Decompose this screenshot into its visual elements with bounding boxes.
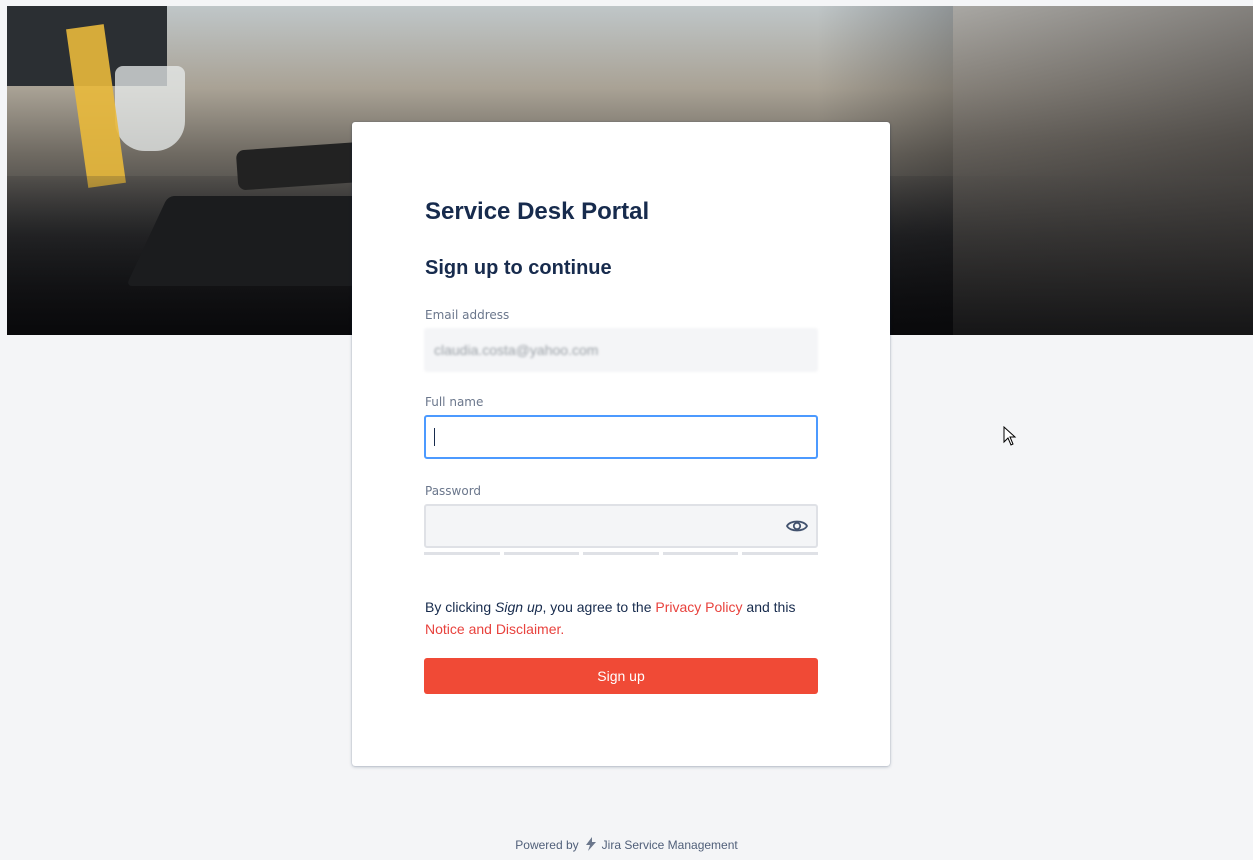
jira-service-management-link[interactable]: Jira Service Management — [602, 838, 738, 852]
footer: Powered by Jira Service Management — [0, 836, 1253, 852]
terms-prefix: By clicking — [425, 599, 496, 615]
strength-segment — [424, 552, 500, 555]
window-shape — [953, 6, 1253, 335]
sign-up-button[interactable]: Sign up — [424, 658, 818, 694]
full-name-label: Full name — [425, 395, 484, 409]
cup-shape — [115, 66, 185, 151]
text-caret — [434, 428, 435, 446]
portal-title: Service Desk Portal — [425, 198, 650, 225]
eye-icon[interactable] — [785, 516, 809, 536]
email-label: Email address — [425, 308, 510, 322]
password-label: Password — [425, 484, 482, 498]
terms-middle: , you agree to the — [542, 599, 656, 615]
password-input[interactable] — [424, 504, 818, 548]
strength-segment — [583, 552, 659, 555]
powered-by-text: Powered by — [515, 838, 579, 852]
password-strength-meter — [424, 552, 818, 555]
notice-disclaimer-link[interactable]: Notice and Disclaimer — [425, 621, 560, 637]
full-name-input[interactable] — [424, 415, 818, 459]
form-title: Sign up to continue — [425, 257, 612, 279]
terms-text: By clicking Sign up, you agree to the Pr… — [425, 596, 825, 640]
email-field: claudia.costa@yahoo.com — [424, 328, 818, 372]
privacy-policy-link[interactable]: Privacy Policy — [655, 599, 742, 615]
jira-logo-icon — [585, 837, 596, 851]
terms-emphasis: Sign up — [495, 599, 543, 615]
strength-segment — [742, 552, 818, 555]
strength-segment — [662, 552, 739, 555]
mouse-pointer-icon — [1003, 425, 1017, 451]
strength-segment — [503, 552, 580, 555]
terms-connector: and this — [742, 599, 796, 615]
terms-suffix: . — [560, 621, 565, 637]
email-value: claudia.costa@yahoo.com — [434, 342, 599, 358]
signup-card: Service Desk Portal Sign up to continue … — [352, 122, 890, 766]
